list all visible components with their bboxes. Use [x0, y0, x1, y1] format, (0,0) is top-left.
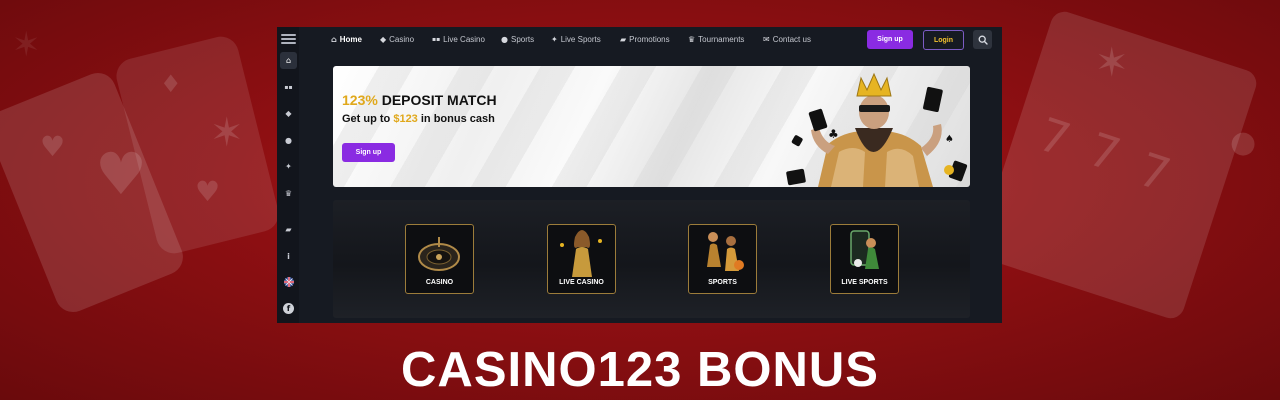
info-icon: i	[287, 252, 290, 261]
sidebar-item-sports[interactable]: ●	[280, 132, 297, 149]
svg-text:♣: ♣	[828, 127, 839, 141]
nav-contact-us[interactable]: ✉ Contact us	[763, 35, 811, 44]
category-label: SPORTS	[708, 279, 737, 286]
sidebar-item-tournaments[interactable]: ♛	[280, 185, 297, 202]
live-casino-icon: ▪▪	[432, 36, 441, 43]
nav-label: Sports	[510, 35, 535, 44]
top-navigation: ⌂ Home ◆ Casino ▪▪ Live Casino ● Sports ✦ Liv…	[299, 27, 1002, 53]
sidebar: ⌂ ▪▪ ◆ ● ✦ ♛ ▰ i f	[277, 27, 299, 323]
svg-text:♠: ♠	[945, 134, 954, 145]
sidebar-item-promotions[interactable]: ▰	[280, 221, 297, 238]
sidebar-item-language[interactable]	[280, 273, 297, 290]
sidebar-item-live-sports[interactable]: ✦	[280, 158, 297, 175]
nav-casino[interactable]: ◆ Casino	[380, 35, 414, 44]
category-tile-live-casino[interactable]: LIVE CASINO	[547, 224, 616, 294]
category-panel: CASINO LIVE CASINO SPORTS LIVE SPORTS	[333, 200, 970, 318]
live-sports-icon: ✦	[285, 162, 292, 171]
nav-label: Contact us	[772, 35, 811, 44]
promo-banner: 123% DEPOSIT MATCH Get up to $123 in bon…	[333, 66, 970, 187]
nav-label: Promotions	[629, 35, 670, 44]
sidebar-item-info[interactable]: i	[280, 248, 297, 265]
banner-headline: 123% DEPOSIT MATCH	[342, 92, 497, 108]
website-screenshot: ⌂ ▪▪ ◆ ● ✦ ♛ ▰ i f ⌂ Home ◆ Casino ▪▪ Live …	[277, 27, 1002, 323]
headline-accent: 123%	[342, 92, 378, 108]
king-mascot-illustration: ♣ ♠	[786, 72, 968, 187]
sidebar-item-live-casino[interactable]: ▪▪	[280, 79, 297, 96]
facebook-icon: f	[283, 303, 294, 314]
subheadline-text-end: in bonus cash	[417, 113, 495, 125]
category-tile-sports[interactable]: SPORTS	[688, 224, 757, 294]
page-title: CASINO123 BONUS	[401, 343, 879, 397]
signup-button[interactable]: Sign up	[867, 30, 913, 49]
home-icon: ⌂	[331, 35, 337, 44]
live-sports-icon: ✦	[551, 35, 558, 44]
category-label: LIVE SPORTS	[841, 279, 888, 286]
contact-icon: ✉	[763, 35, 770, 44]
nav-label: Home	[339, 35, 362, 44]
banner-signup-button[interactable]: Sign up	[342, 143, 395, 162]
menu-toggle-icon[interactable]	[281, 34, 296, 44]
uk-flag-icon	[283, 276, 294, 287]
live-casino-icon: ▪▪	[284, 84, 293, 91]
casino-icon: ◆	[285, 109, 292, 118]
nav-label: Live Sports	[560, 35, 601, 44]
nav-sports[interactable]: ● Sports	[501, 35, 534, 44]
search-icon	[978, 35, 988, 45]
category-tile-live-sports[interactable]: LIVE SPORTS	[830, 224, 899, 294]
casino-icon: ◆	[380, 35, 387, 44]
category-label: CASINO	[425, 279, 454, 286]
sidebar-item-home[interactable]: ⌂	[280, 52, 297, 69]
tournaments-icon: ♛	[688, 35, 696, 44]
sidebar-item-casino[interactable]: ◆	[280, 105, 297, 122]
roulette-wheel-icon	[418, 237, 460, 271]
search-button[interactable]	[973, 30, 992, 49]
nav-label: Live Casino	[443, 35, 485, 44]
promotions-icon: ▰	[285, 225, 292, 234]
subheadline-text: Get up to	[342, 113, 394, 125]
tournaments-icon: ♛	[284, 189, 293, 198]
croupier-woman-icon	[560, 230, 602, 277]
nav-label: Tournaments	[698, 35, 745, 44]
category-label: LIVE CASINO	[559, 279, 604, 286]
headline-text: DEPOSIT MATCH	[377, 92, 497, 108]
phone-footballer-icon	[850, 230, 879, 269]
athletes-icon	[707, 232, 744, 271]
nav-promotions[interactable]: ▰ Promotions	[620, 35, 670, 44]
sports-icon: ●	[501, 35, 508, 44]
banner-subheadline: Get up to $123 in bonus cash	[342, 113, 495, 125]
sidebar-item-facebook[interactable]: f	[280, 300, 297, 317]
login-button[interactable]: Login	[923, 30, 964, 50]
subheadline-accent: $123	[393, 113, 418, 125]
category-tile-casino[interactable]: CASINO	[405, 224, 474, 294]
sports-icon: ●	[285, 136, 292, 145]
promotions-icon: ▰	[620, 35, 627, 44]
nav-live-casino[interactable]: ▪▪ Live Casino	[432, 35, 485, 44]
nav-tournaments[interactable]: ♛ Tournaments	[688, 35, 744, 44]
home-icon: ⌂	[285, 56, 292, 65]
nav-home[interactable]: ⌂ Home	[331, 35, 362, 44]
nav-label: Casino	[389, 35, 415, 44]
nav-live-sports[interactable]: ✦ Live Sports	[551, 35, 601, 44]
